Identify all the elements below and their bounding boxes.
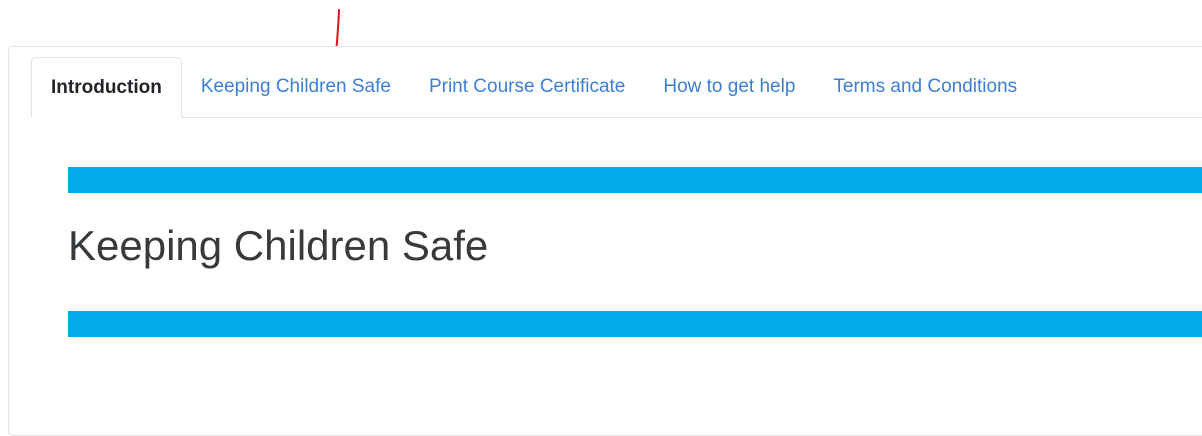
tab-keeping-children-safe[interactable]: Keeping Children Safe <box>182 57 410 117</box>
tab-how-to-get-help[interactable]: How to get help <box>644 57 814 117</box>
banner-bottom-bar <box>68 311 1202 337</box>
tab-bar: Introduction Keeping Children Safe Print… <box>31 57 1202 118</box>
tab-terms-and-conditions[interactable]: Terms and Conditions <box>814 57 1036 117</box>
banner-top-bar <box>68 167 1202 193</box>
page-heading: Keeping Children Safe <box>68 222 489 269</box>
tab-introduction[interactable]: Introduction <box>31 57 182 118</box>
tab-print-course-certificate[interactable]: Print Course Certificate <box>410 57 644 117</box>
